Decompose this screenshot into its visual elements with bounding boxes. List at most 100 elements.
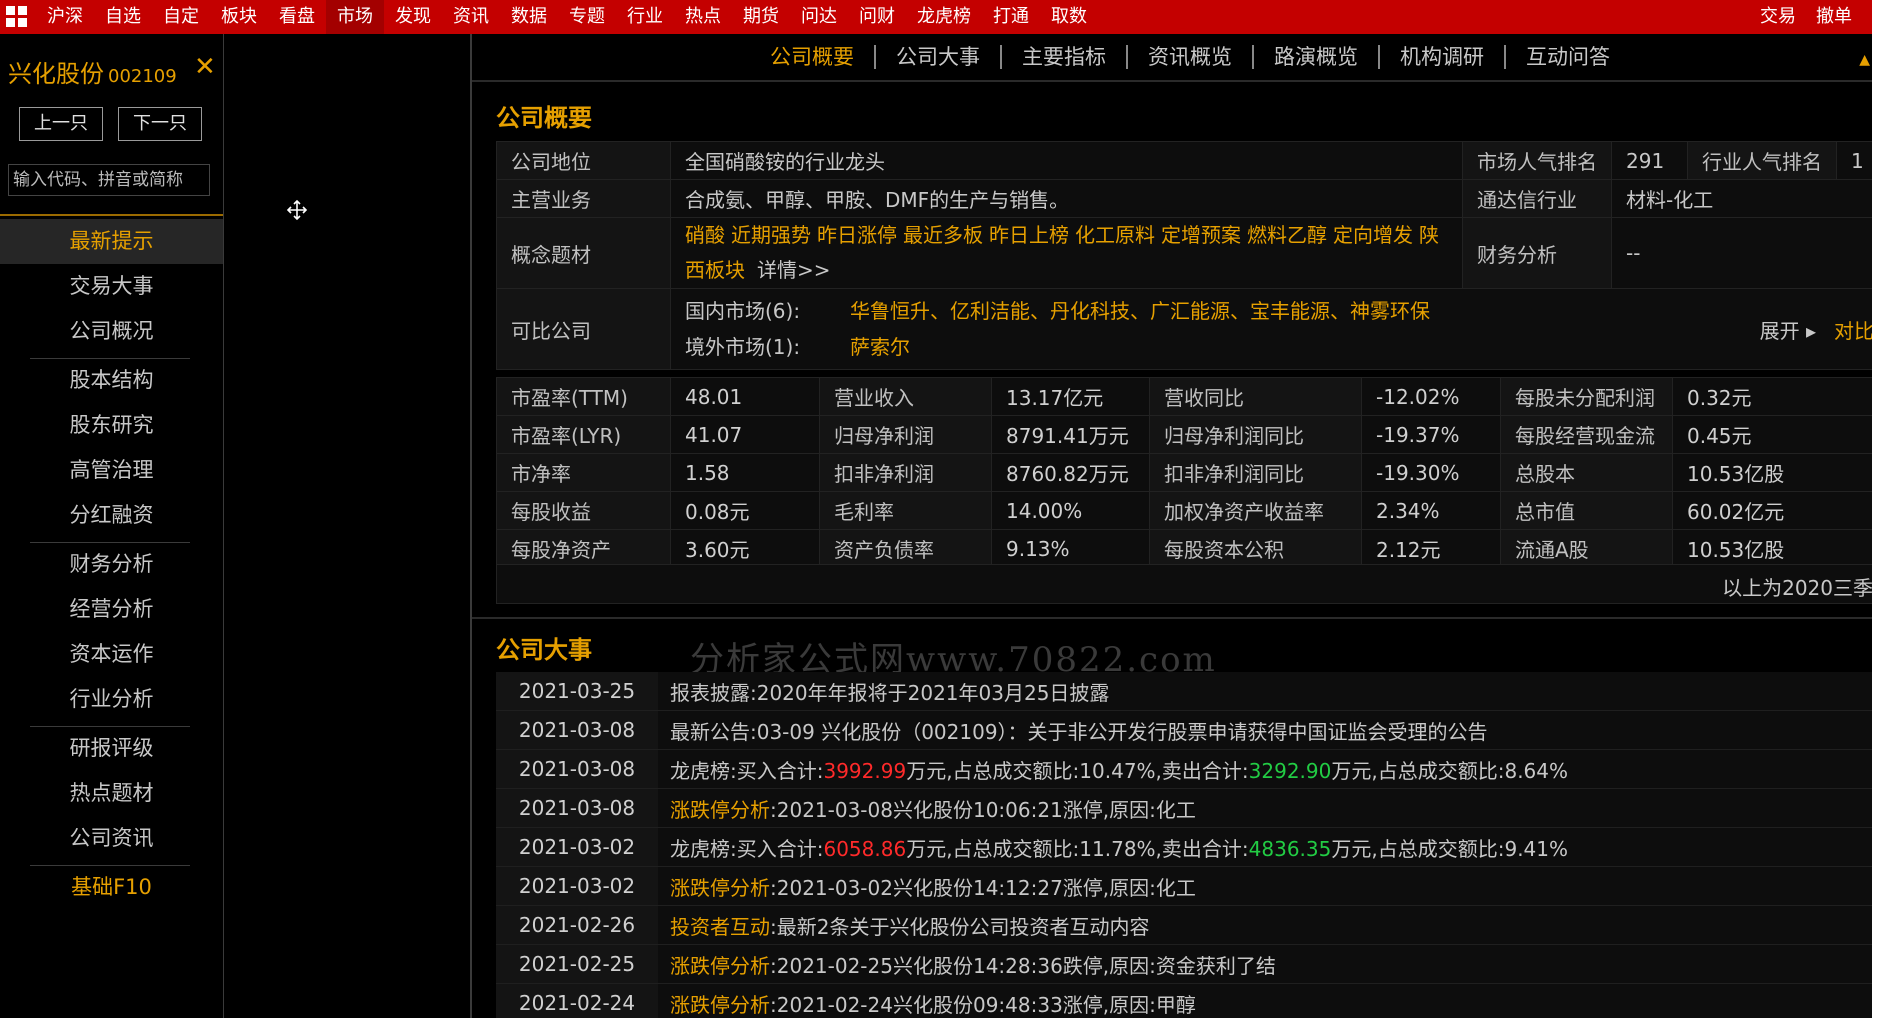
overseas-companies[interactable]: 萨索尔 [850,335,910,359]
move-cursor-icon [286,199,308,221]
menu-item-16[interactable]: 打通 [982,0,1040,34]
concept-tag[interactable]: 定增预案 [1161,223,1241,247]
menu-item-10[interactable]: 行业 [616,0,674,34]
sidebar-item-3[interactable]: 股本结构 [0,358,223,403]
sidebar-item-8[interactable]: 经营分析 [0,587,223,632]
sidebar-item-5[interactable]: 高管治理 [0,448,223,493]
event-row[interactable]: 2021-03-02 龙虎榜:买入合计:6058.86万元,占总成交额比:11.7… [496,827,1872,867]
menu-item-2[interactable]: 自定 [152,0,210,34]
menu-item-1[interactable]: 自选 [94,0,152,34]
event-description[interactable]: 投资者互动:最新2条关于兴化股份公司投资者互动内容 [658,905,1872,945]
concept-tag[interactable]: 定向增发 [1333,223,1413,247]
metric-value: 2.12元 [1361,529,1501,568]
event-row[interactable]: 2021-03-08 龙虎榜:买入合计:3992.99万元,占总成交额比:10.4… [496,749,1872,789]
menu-item-12[interactable]: 期货 [732,0,790,34]
event-date: 2021-03-08 [496,710,658,750]
concept-tag[interactable]: 硝酸 [685,223,725,247]
event-tag-link[interactable]: 涨跌停分析 [670,993,770,1017]
corner-arrow-icon[interactable]: ▲ [1859,52,1870,68]
event-tag-link[interactable]: 涨跌停分析 [670,798,770,822]
domestic-companies[interactable]: 华鲁恒升、亿利洁能、丹化科技、广汇能源、宝丰能源、神雾环保 [850,299,1430,323]
market-rank-value[interactable]: 291 [1611,141,1688,180]
tab-4[interactable]: 路演概览 [1252,45,1378,69]
event-row[interactable]: 2021-03-08 最新公告:03-09 兴化股份（002109）：关于非公开发… [496,710,1872,750]
market-rank-label: 市场人气排名 [1462,141,1612,180]
event-description[interactable]: 涨跌停分析:2021-03-08兴化股份10:06:21涨停,原因:化工 [658,788,1872,828]
sidebar-item-9[interactable]: 资本运作 [0,632,223,677]
metric-value: 0.45元 [1672,415,1872,454]
event-description[interactable]: 涨跌停分析:2021-02-24兴化股份09:48:33涨停,原因:甲醇 [658,983,1872,1018]
event-row[interactable]: 2021-03-08 涨跌停分析:2021-03-08兴化股份10:06:21涨停… [496,788,1872,828]
industry-rank-value[interactable]: 1 [1836,141,1872,180]
tab-6[interactable]: 互动问答 [1504,45,1630,69]
metric-value: 0.32元 [1672,377,1872,416]
tab-3[interactable]: 资讯概览 [1126,45,1252,69]
event-row[interactable]: 2021-02-26 投资者互动:最新2条关于兴化股份公司投资者互动内容 [496,905,1872,945]
stock-search-input[interactable] [8,164,210,196]
event-description[interactable]: 报表披露:2020年年报将于2021年03月25日披露 [658,672,1872,711]
concept-tag[interactable]: 昨日涨停 [817,223,897,247]
menu-item-4[interactable]: 看盘 [268,0,326,34]
sidebar-item-10[interactable]: 行业分析 [0,677,223,722]
prev-stock-button[interactable]: 上一只 [19,107,103,141]
sidebar-item-12[interactable]: 热点题材 [0,771,223,816]
comparable-label: 可比公司 [496,288,671,370]
sidebar-item-1[interactable]: 交易大事 [0,264,223,309]
sidebar-item-0[interactable]: 最新提示 [0,219,223,264]
menu-item-7[interactable]: 资讯 [442,0,500,34]
menu-item-13[interactable]: 问达 [790,0,848,34]
event-row[interactable]: 2021-02-24 涨跌停分析:2021-02-24兴化股份09:48:33涨停… [496,983,1872,1018]
menu-item-0[interactable]: 沪深 [36,0,94,34]
event-description[interactable]: 最新公告:03-09 兴化股份（002109）：关于非公开发行股票申请获得中国证… [658,710,1872,750]
event-tag-link[interactable]: 涨跌停分析 [670,954,770,978]
sidebar-item-6[interactable]: 分红融资 [0,493,223,538]
compare-link[interactable]: 对比 [1834,319,1872,343]
sidebar-item-4[interactable]: 股东研究 [0,403,223,448]
event-description[interactable]: 涨跌停分析:2021-02-25兴化股份14:28:36跌停,原因:资金获利了结 [658,944,1872,984]
sidebar-item-7[interactable]: 财务分析 [0,542,223,587]
app-grid-icon[interactable] [6,6,28,28]
sidebar-item-11[interactable]: 研报评级 [0,726,223,771]
metric-value: 2.34% [1361,491,1501,530]
menu-right-item-0[interactable]: 交易 [1750,0,1806,34]
concept-tag[interactable]: 最近多板 [903,223,983,247]
tab-1[interactable]: 公司大事 [874,45,1000,69]
event-row[interactable]: 2021-03-25 报表披露:2020年年报将于2021年03月25日披露 [496,672,1872,711]
menu-item-17[interactable]: 取数 [1040,0,1098,34]
close-icon[interactable]: ✕ [194,52,216,82]
menu-item-14[interactable]: 问财 [848,0,906,34]
event-description[interactable]: 涨跌停分析:2021-03-02兴化股份14:12:27涨停,原因:化工 [658,866,1872,906]
tab-2[interactable]: 主要指标 [1000,45,1126,69]
event-tag-link[interactable]: 涨跌停分析 [670,876,770,900]
event-description[interactable]: 龙虎榜:买入合计:3992.99万元,占总成交额比:10.47%,卖出合计:32… [658,749,1872,789]
sidebar-item-13[interactable]: 公司资讯 [0,816,223,861]
menu-item-3[interactable]: 板块 [210,0,268,34]
menu-item-11[interactable]: 热点 [674,0,732,34]
tab-0[interactable]: 公司概要 [750,45,874,69]
sidebar-item-2[interactable]: 公司概况 [0,309,223,354]
sidebar-item-14[interactable]: 基础F10 [0,865,223,910]
event-date: 2021-03-02 [496,827,658,867]
menu-item-6[interactable]: 发现 [384,0,442,34]
menu-item-5[interactable]: 市场 [326,0,384,34]
tab-5[interactable]: 机构调研 [1378,45,1504,69]
menu-item-8[interactable]: 数据 [500,0,558,34]
concept-tag[interactable]: 近期强势 [731,223,811,247]
menu-item-15[interactable]: 龙虎榜 [906,0,982,34]
menu-right-item-1[interactable]: 撤单 [1806,0,1862,34]
table-row: 可比公司 国内市场(6): 华鲁恒升、亿利洁能、丹化科技、广汇能源、宝丰能源、神雾… [496,288,1872,370]
menu-item-9[interactable]: 专题 [558,0,616,34]
event-description[interactable]: 龙虎榜:买入合计:6058.86万元,占总成交额比:11.78%,卖出合计:48… [658,827,1872,867]
concept-tag[interactable]: 燃料乙醇 [1247,223,1327,247]
next-stock-button[interactable]: 下一只 [118,107,202,141]
metric-value: 41.07 [670,415,820,454]
expand-link[interactable]: 展开 ▸ [1760,319,1816,343]
concept-tag[interactable]: 昨日上榜 [989,223,1069,247]
event-row[interactable]: 2021-02-25 涨跌停分析:2021-02-25兴化股份14:28:36跌停… [496,944,1872,984]
metric-label: 每股净资产 [496,529,671,568]
event-row[interactable]: 2021-03-02 涨跌停分析:2021-03-02兴化股份14:12:27涨停… [496,866,1872,906]
concept-tag[interactable]: 化工原料 [1075,223,1155,247]
concepts-more-link[interactable]: 详情>> [757,258,831,282]
app-window: 沪深 自选 自定 板块 看盘 市场 发现 资讯 数据 专题 行业 热点 期货 问达 问财 龙虎榜 打通 取数 交易… [0,0,1872,1018]
event-tag-link[interactable]: 投资者互动 [670,915,770,939]
